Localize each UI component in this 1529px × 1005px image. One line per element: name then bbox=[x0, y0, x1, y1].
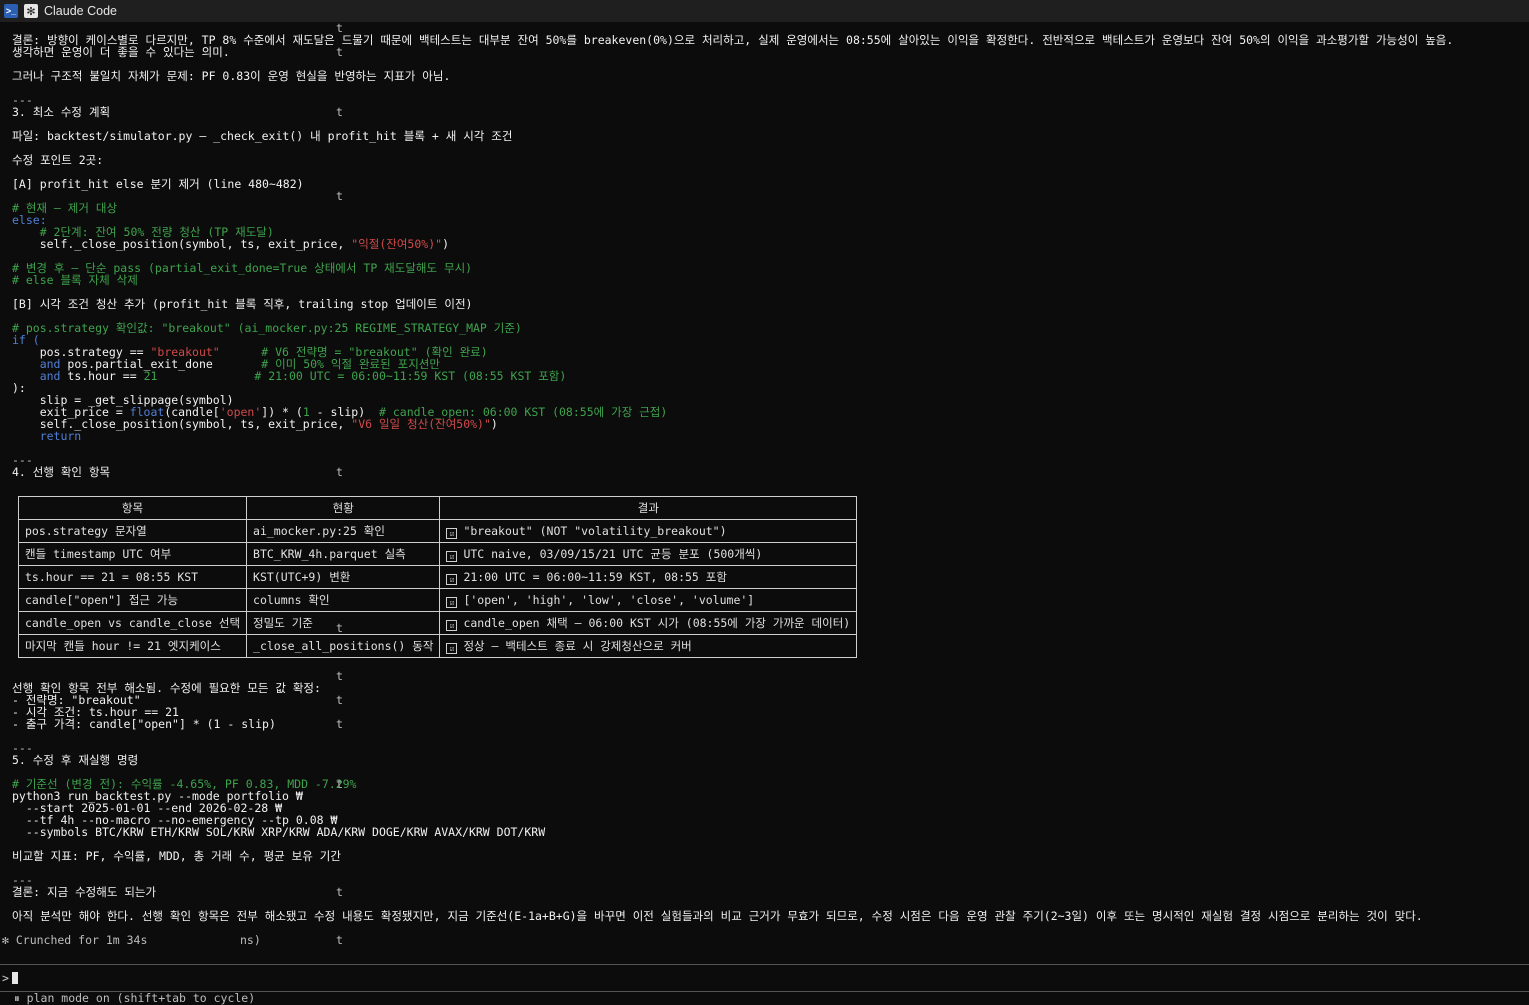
conclusion-line-2: 생각하면 운영이 더 좋을 수 있다는 의미. bbox=[12, 45, 230, 59]
table-cell: ☑ 정상 — 백테스트 종료 시 강제청산으로 커버 bbox=[439, 634, 858, 658]
resolved-item: - 출구 가격: candle["open"] * (1 - slip) bbox=[12, 717, 276, 731]
table-cell: ai_mocker.py:25 확인 bbox=[246, 519, 441, 543]
stray-char: t bbox=[336, 693, 343, 707]
checkbox-icon: ☑ bbox=[446, 597, 458, 608]
section-heading: 3. 최소 수정 계획 bbox=[12, 105, 111, 119]
prompt-caret-icon: > bbox=[2, 971, 9, 985]
code-comment: # else 블록 자체 삭제 bbox=[12, 273, 138, 287]
fix-points: 수정 포인트 2곳: bbox=[12, 153, 104, 167]
stray-char: t bbox=[336, 777, 343, 791]
table-row: ts.hour == 21 = 08:55 KST KST(UTC+9) 변환 … bbox=[17, 565, 858, 589]
claude-icon: ✻ bbox=[24, 4, 38, 18]
terminal-icon: >_ bbox=[4, 4, 18, 18]
table-cell: ts.hour == 21 = 08:55 KST bbox=[17, 565, 248, 589]
stray-char: t bbox=[336, 885, 343, 899]
stray-char: t bbox=[336, 105, 343, 119]
table-cell: 마지막 캔들 hour != 21 엣지케이스 bbox=[17, 634, 248, 658]
stray-char: t bbox=[336, 621, 343, 635]
prompt-input[interactable]: > bbox=[0, 964, 1529, 992]
table-row: 캔들 timestamp UTC 여부 BTC_KRW_4h.parquet 실… bbox=[17, 542, 858, 566]
checkbox-icon: ☑ bbox=[446, 643, 458, 654]
stray-char: t bbox=[336, 465, 343, 479]
stray-char: t bbox=[336, 933, 343, 947]
table-cell: ☑ candle_open 채택 — 06:00 KST 시가 (08:55에 가… bbox=[439, 611, 858, 635]
stray-char: t bbox=[336, 717, 343, 731]
final-conclusion: 아직 분석만 해야 한다. 선행 확인 항목은 전부 해소됐고 수정 내용도 확… bbox=[12, 909, 1423, 923]
conclusion-heading: 결론: 지금 수정해도 되는가 bbox=[12, 885, 157, 899]
table-header: 결과 bbox=[439, 496, 858, 520]
table-cell: _close_all_positions() 동작 bbox=[246, 634, 441, 658]
table-cell: KST(UTC+9) 변환 bbox=[246, 565, 441, 589]
checkbox-icon: ☑ bbox=[446, 620, 458, 631]
stray-char: t bbox=[336, 669, 343, 683]
table-cell: candle["open"] 접근 가능 bbox=[17, 588, 248, 612]
compare-metrics: 비교할 지표: PF, 수익률, MDD, 총 거래 수, 평균 보유 기간 bbox=[12, 849, 341, 863]
fix-b-title: [B] 시각 조건 청산 추가 (profit_hit 블록 직후, trail… bbox=[12, 297, 473, 311]
table-cell: ☑ 21:00 UTC = 06:00~11:59 KST, 08:55 포함 bbox=[439, 565, 858, 589]
table-cell: ☑ ['open', 'high', 'low', 'close', 'volum… bbox=[439, 588, 858, 612]
table-cell: 정밀도 기준 bbox=[246, 611, 441, 635]
stray-char: t bbox=[336, 189, 343, 203]
table-cell: ☑ UTC naive, 03/09/15/21 UTC 균등 분포 (500개씩… bbox=[439, 542, 858, 566]
code-line: self._close_position(symbol, ts, exit_pr… bbox=[12, 417, 498, 431]
table-cell: candle_open vs candle_close 선택 bbox=[17, 611, 248, 635]
section-heading: 5. 수정 후 재실행 명령 bbox=[12, 753, 139, 767]
code-line: self._close_position(symbol, ts, exit_pr… bbox=[12, 237, 449, 251]
fix-a-title: [A] profit_hit else 분기 제거 (line 480~482) bbox=[12, 177, 304, 191]
section-heading: 4. 선행 확인 항목 bbox=[12, 465, 111, 479]
text-cursor bbox=[12, 972, 18, 984]
table-cell: columns 확인 bbox=[246, 588, 441, 612]
code-line: and ts.hour == 21 # 21:00 UTC = 06:00~11… bbox=[12, 369, 567, 383]
checkbox-icon: ☑ bbox=[446, 574, 458, 585]
table-cell: BTC_KRW_4h.parquet 실측 bbox=[246, 542, 441, 566]
window-title: Claude Code bbox=[44, 4, 117, 18]
file-line: 파일: backtest/simulator.py — _check_exit(… bbox=[12, 129, 513, 143]
table-row: pos.strategy 문자열 ai_mocker.py:25 확인 ☑ "br… bbox=[17, 519, 858, 543]
checkbox-icon: ☑ bbox=[446, 551, 458, 562]
table-header: 현황 bbox=[246, 496, 441, 520]
code-comment: # pos.strategy 확인값: "breakout" (ai_mocke… bbox=[12, 321, 522, 335]
checkbox-icon: ☑ bbox=[446, 528, 458, 539]
stray-char: t bbox=[336, 45, 343, 59]
precheck-table: 항목 현황 결과 pos.strategy 문자열 ai_mocker.py:2… bbox=[17, 496, 858, 658]
plan-mode-indicator[interactable]: ⏸ plan mode on (shift+tab to cycle) bbox=[14, 992, 255, 1005]
table-cell: ☑ "breakout" (NOT "volatility_breakout") bbox=[439, 519, 858, 543]
structural-mismatch-line: 그러나 구조적 불일치 자체가 문제: PF 0.83이 운영 현실을 반영하는… bbox=[12, 69, 451, 83]
table-row: candle_open vs candle_close 선택 정밀도 기준 ☑ c… bbox=[17, 611, 858, 635]
code-line: return bbox=[12, 429, 82, 443]
table-header: 항목 bbox=[17, 496, 248, 520]
window-titlebar: >_ ✻ Claude Code bbox=[0, 0, 1529, 22]
table-cell: 캔들 timestamp UTC 여부 bbox=[17, 542, 248, 566]
table-row: 마지막 캔들 hour != 21 엣지케이스 _close_all_posit… bbox=[17, 634, 858, 658]
table-header-row: 항목 현황 결과 bbox=[17, 496, 858, 520]
command-line: --symbols BTC/KRW ETH/KRW SOL/KRW XRP/KR… bbox=[12, 825, 546, 839]
status-line: ✻ Crunched for 1m 34s bbox=[2, 933, 148, 947]
table-cell: pos.strategy 문자열 bbox=[17, 519, 248, 543]
status-fragment: ns) bbox=[240, 933, 261, 947]
table-row: candle["open"] 접근 가능 columns 확인 ☑ ['open'… bbox=[17, 588, 858, 612]
